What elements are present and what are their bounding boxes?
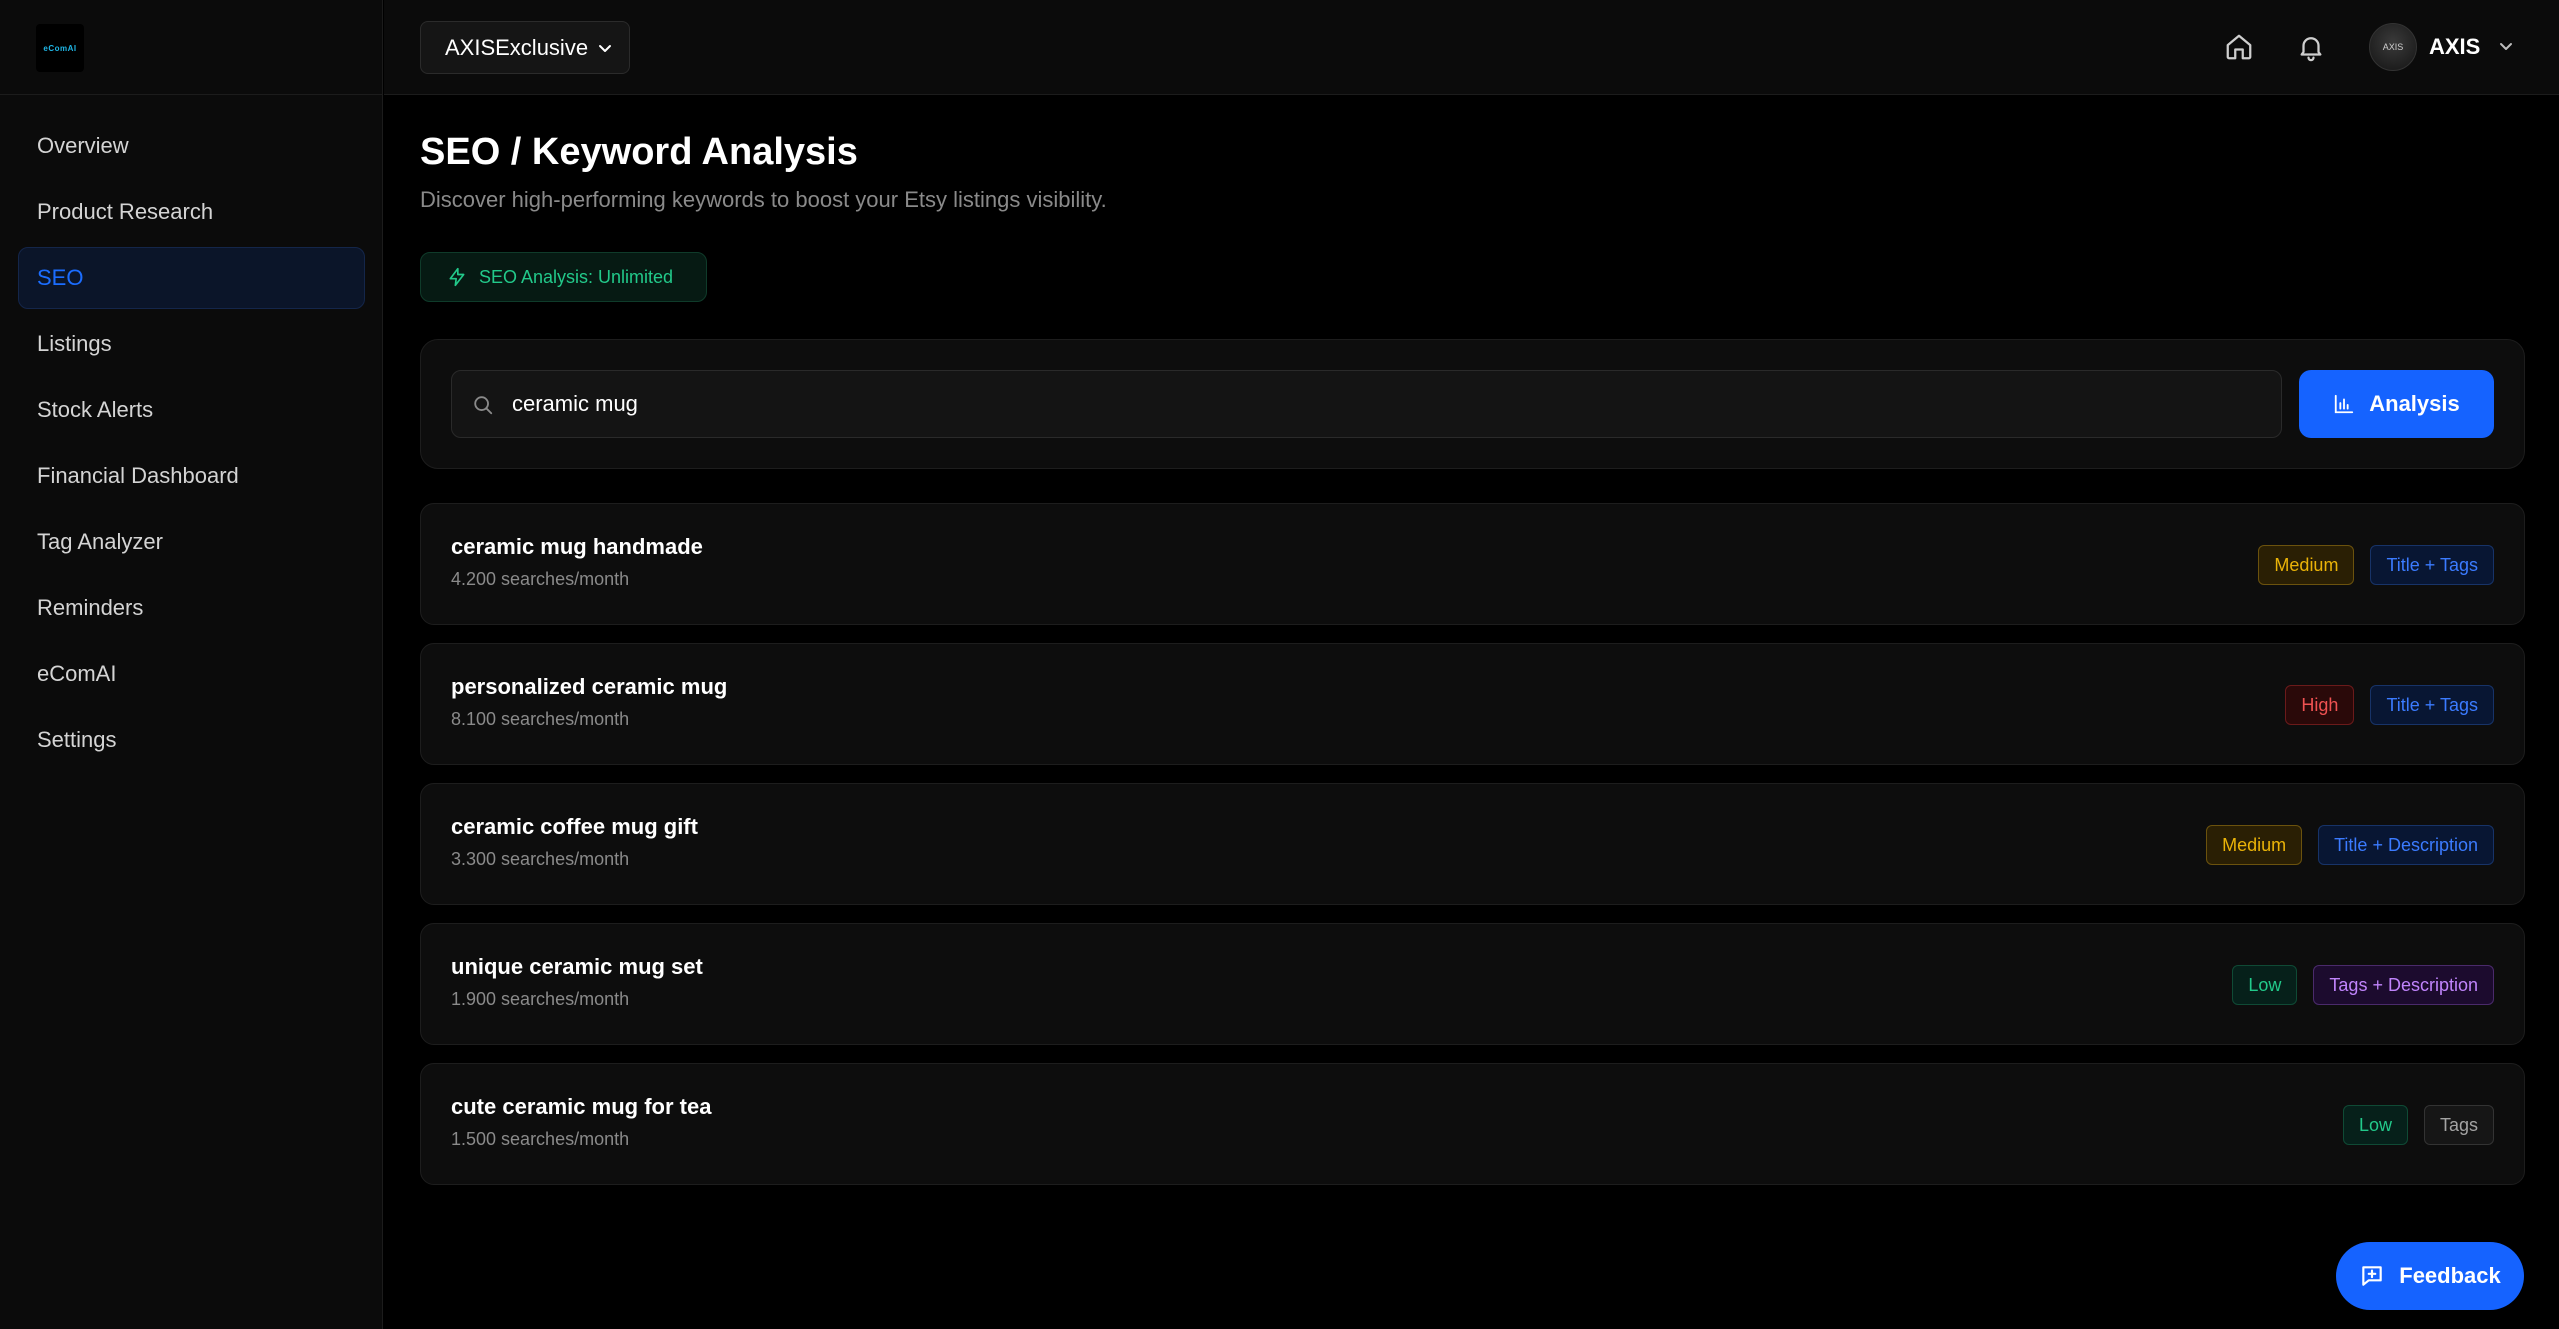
sidebar-item-stock-alerts[interactable]: Stock Alerts — [18, 379, 365, 441]
sidebar-item-label: eComAI — [37, 661, 117, 686]
sidebar-item-label: Overview — [37, 133, 129, 158]
keyword-volume: 1.500 searches/month — [451, 1129, 630, 1149]
sidebar-item-tag-analyzer[interactable]: Tag Analyzer — [18, 511, 365, 573]
placement-badge: Title + Tags — [2370, 545, 2494, 585]
lightning-icon — [449, 267, 465, 287]
placement-badge: Tags + Description — [2313, 965, 2494, 1005]
topbar: AXISExclusive AXIS AXIS — [384, 0, 2559, 95]
sidebar-item-financial-dashboard[interactable]: Financial Dashboard — [18, 445, 365, 507]
placement-badge: Title + Description — [2318, 825, 2494, 865]
keyword-text: ceramic coffee mug gift — [451, 814, 698, 839]
sidebar: eComAI Overview Product Research SEO Lis… — [0, 0, 383, 1329]
search-icon — [474, 396, 493, 415]
keyword-results: ceramic mug handmade 4.200 searches/mont… — [420, 503, 2525, 1203]
search-card: Analysis — [420, 339, 2525, 469]
keyword-text: ceramic mug handmade — [451, 534, 703, 559]
home-icon[interactable] — [2222, 30, 2256, 64]
sidebar-item-label: Settings — [37, 727, 117, 752]
quota-badge: SEO Analysis: Unlimited — [420, 252, 707, 302]
sidebar-item-label: Stock Alerts — [37, 397, 154, 422]
keyword-volume: 4.200 searches/month — [451, 569, 630, 589]
search-box[interactable] — [451, 370, 2282, 438]
keyword-row[interactable]: cute ceramic mug for tea 1.500 searches/… — [420, 1063, 2525, 1185]
competition-badge: High — [2285, 685, 2355, 725]
keyword-badges: High Title + Tags — [2285, 685, 2494, 725]
keyword-badges: Medium Title + Description — [2206, 825, 2494, 865]
sidebar-item-label: Listings — [37, 331, 112, 356]
keyword-text: cute ceramic mug for tea — [451, 1094, 712, 1119]
sidebar-item-listings[interactable]: Listings — [18, 313, 365, 375]
sidebar-item-product-research[interactable]: Product Research — [18, 181, 365, 243]
keyword-badges: Medium Title + Tags — [2258, 545, 2494, 585]
keyword-text: unique ceramic mug set — [451, 954, 703, 979]
keyword-row[interactable]: personalized ceramic mug 8.100 searches/… — [420, 643, 2525, 765]
search-input[interactable] — [512, 371, 2252, 437]
keyword-row[interactable]: ceramic coffee mug gift 3.300 searches/m… — [420, 783, 2525, 905]
sidebar-item-settings[interactable]: Settings — [18, 709, 365, 771]
bar-chart-icon — [2335, 394, 2354, 414]
competition-badge: Medium — [2206, 825, 2303, 865]
brand-logo[interactable]: eComAI — [36, 24, 84, 72]
avatar-text: AXIS — [2382, 42, 2404, 52]
bell-icon[interactable] — [2294, 30, 2328, 64]
quota-badge-label: SEO Analysis: Unlimited — [479, 266, 674, 287]
keyword-badges: Low Tags — [2342, 1105, 2494, 1145]
sidebar-item-label: Tag Analyzer — [37, 529, 163, 554]
avatar: AXIS — [2369, 23, 2417, 71]
sidebar-item-label: Reminders — [37, 595, 144, 620]
chevron-down-icon — [2500, 43, 2513, 50]
message-plus-icon — [2362, 1266, 2382, 1286]
chevron-down-icon — [599, 45, 611, 52]
logo-bar: eComAI — [0, 0, 382, 95]
keyword-volume: 3.300 searches/month — [451, 849, 630, 869]
keyword-volume: 1.900 searches/month — [451, 989, 630, 1009]
sidebar-item-label: Financial Dashboard — [37, 463, 239, 488]
sidebar-nav: Overview Product Research SEO Listings S… — [0, 115, 383, 775]
user-menu[interactable]: AXIS AXIS — [2369, 22, 2529, 72]
analysis-button[interactable]: Analysis — [2299, 370, 2494, 438]
keyword-volume: 8.100 searches/month — [451, 709, 630, 729]
placement-badge: Title + Tags — [2370, 685, 2494, 725]
sidebar-item-label: SEO — [37, 265, 84, 290]
sidebar-item-reminders[interactable]: Reminders — [18, 577, 365, 639]
placement-badge: Tags — [2423, 1105, 2494, 1145]
keyword-row[interactable]: unique ceramic mug set 1.900 searches/mo… — [420, 923, 2525, 1045]
store-select-value: AXISExclusive — [445, 34, 589, 60]
keyword-text: personalized ceramic mug — [451, 674, 728, 699]
competition-badge: Low — [2342, 1105, 2408, 1145]
feedback-button-label: Feedback — [2399, 1263, 2501, 1288]
sidebar-item-ecomai[interactable]: eComAI — [18, 643, 365, 705]
competition-badge: Medium — [2258, 545, 2355, 585]
page-subtitle: Discover high-performing keywords to boo… — [420, 187, 1107, 212]
store-select[interactable]: AXISExclusive — [420, 21, 630, 74]
feedback-button[interactable]: Feedback — [2336, 1242, 2524, 1310]
sidebar-item-overview[interactable]: Overview — [18, 115, 365, 177]
user-name: AXIS — [2429, 34, 2481, 59]
keyword-row[interactable]: ceramic mug handmade 4.200 searches/mont… — [420, 503, 2525, 625]
competition-badge: Low — [2232, 965, 2298, 1005]
sidebar-item-label: Product Research — [37, 199, 214, 224]
keyword-badges: Low Tags + Description — [2232, 965, 2494, 1005]
page-title: SEO / Keyword Analysis — [420, 131, 858, 173]
analysis-button-label: Analysis — [2369, 391, 2460, 416]
app-root: eComAI Overview Product Research SEO Lis… — [0, 0, 2559, 1329]
sidebar-item-seo[interactable]: SEO — [18, 247, 365, 309]
